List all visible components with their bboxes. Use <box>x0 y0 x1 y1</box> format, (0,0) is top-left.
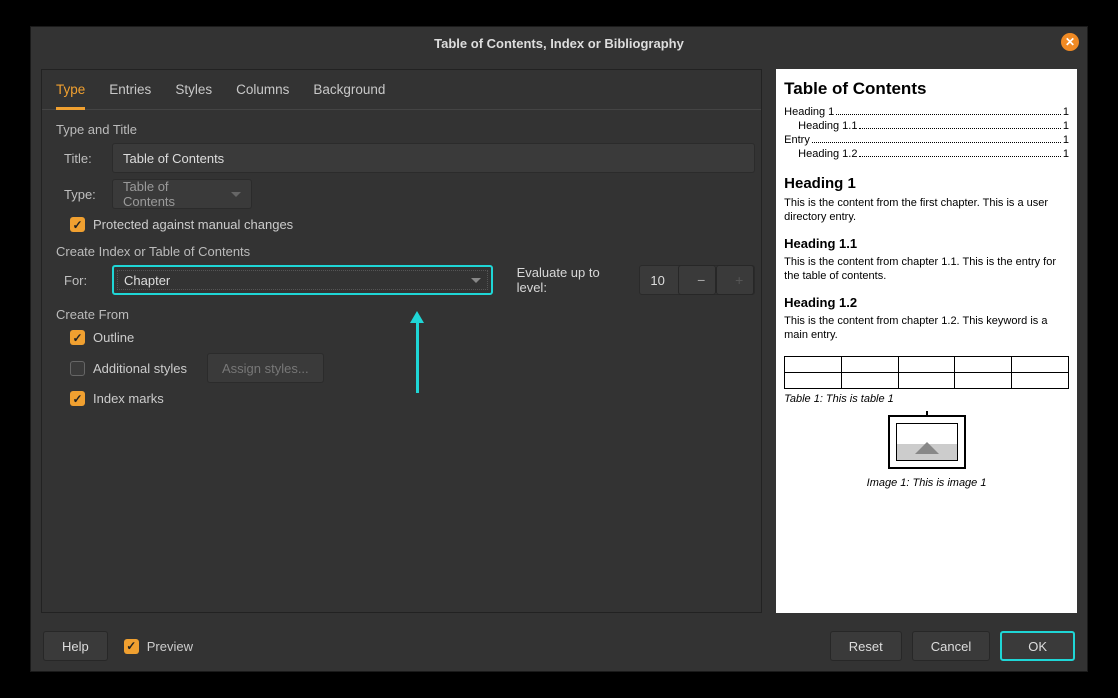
preview-table <box>784 356 1069 389</box>
index-marks-checkbox[interactable]: ✓ <box>70 391 85 406</box>
dialog-title: Table of Contents, Index or Bibliography <box>434 36 684 51</box>
chevron-down-icon <box>231 192 241 197</box>
section-type-title: Type and Title <box>56 122 755 137</box>
settings-panel: Type Entries Styles Columns Background T… <box>41 69 762 613</box>
close-button[interactable]: ✕ <box>1061 33 1079 51</box>
eval-level-spinner[interactable]: 10 − + <box>639 265 755 295</box>
tab-background[interactable]: Background <box>313 82 385 109</box>
toc-entry: Heading 11 <box>784 105 1069 119</box>
ok-button[interactable]: OK <box>1000 631 1075 661</box>
tab-columns[interactable]: Columns <box>236 82 289 109</box>
section-create-from: Create From <box>56 307 755 322</box>
title-input[interactable] <box>112 143 755 173</box>
preview-label: Preview <box>147 639 193 654</box>
toc-entry: Heading 1.11 <box>798 119 1069 133</box>
close-icon: ✕ <box>1065 35 1075 49</box>
outline-label: Outline <box>93 330 134 345</box>
preview-p11: This is the content from chapter 1.1. Th… <box>784 255 1069 283</box>
preview-image-caption: Image 1: This is image 1 <box>784 477 1069 489</box>
preview-table-caption: Table 1: This is table 1 <box>784 393 1069 405</box>
tabs: Type Entries Styles Columns Background <box>42 70 761 110</box>
preview-h12: Heading 1.2 <box>784 295 1069 310</box>
type-value: Table of Contents <box>123 179 221 209</box>
tab-entries[interactable]: Entries <box>109 82 151 109</box>
tab-type[interactable]: Type <box>56 82 85 110</box>
preview-h1: Heading 1 <box>784 175 1069 192</box>
index-marks-label: Index marks <box>93 391 164 406</box>
plus-icon[interactable]: + <box>716 265 754 295</box>
toc-entry: Heading 1.21 <box>798 147 1069 161</box>
preview-p12: This is the content from chapter 1.2. Th… <box>784 314 1069 342</box>
reset-button[interactable]: Reset <box>830 631 902 661</box>
cancel-button[interactable]: Cancel <box>912 631 990 661</box>
additional-styles-checkbox[interactable] <box>70 361 85 376</box>
eval-label: Evaluate up to level: <box>517 265 630 295</box>
preview-h11: Heading 1.1 <box>784 236 1069 251</box>
type-label: Type: <box>64 187 102 202</box>
protected-checkbox[interactable]: ✓ <box>70 217 85 232</box>
minus-icon[interactable]: − <box>678 265 716 295</box>
title-label: Title: <box>64 151 102 166</box>
assign-styles-button: Assign styles... <box>207 353 324 383</box>
preview-p1: This is the content from the first chapt… <box>784 196 1069 224</box>
dialog: Table of Contents, Index or Bibliography… <box>30 26 1088 672</box>
footer: Help ✓ Preview Reset Cancel OK <box>31 621 1087 671</box>
for-combo[interactable]: Chapter <box>112 265 493 295</box>
tab-styles[interactable]: Styles <box>175 82 212 109</box>
type-combo[interactable]: Table of Contents <box>112 179 252 209</box>
for-label: For: <box>64 273 102 288</box>
titlebar: Table of Contents, Index or Bibliography… <box>31 27 1087 59</box>
eval-value: 10 <box>640 273 678 288</box>
outline-checkbox[interactable]: ✓ <box>70 330 85 345</box>
toc-entry: Entry1 <box>784 133 1069 147</box>
preview-toc-title: Table of Contents <box>784 79 1069 99</box>
additional-styles-label: Additional styles <box>93 361 187 376</box>
preview-image <box>888 415 966 469</box>
help-button[interactable]: Help <box>43 631 108 661</box>
protected-label: Protected against manual changes <box>93 217 293 232</box>
for-value: Chapter <box>124 273 170 288</box>
chevron-down-icon <box>471 278 481 283</box>
section-create-index: Create Index or Table of Contents <box>56 244 755 259</box>
preview-checkbox[interactable]: ✓ <box>124 639 139 654</box>
preview-pane: Table of Contents Heading 11Heading 1.11… <box>776 69 1077 613</box>
